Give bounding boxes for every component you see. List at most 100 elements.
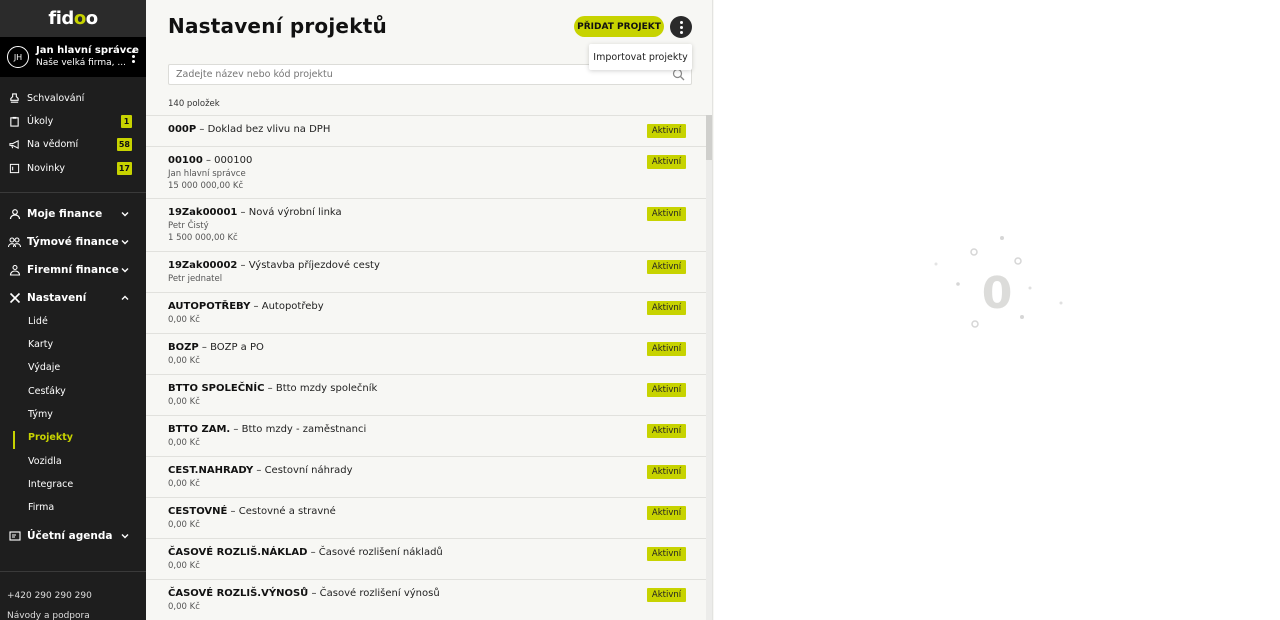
sidebar-subitem-firma[interactable]: Firma bbox=[28, 500, 54, 516]
sidebar-item-na-vedomi[interactable]: Na vědomí 58 bbox=[0, 133, 146, 155]
sidebar-section-ucetni-agenda[interactable]: Účetní agenda bbox=[0, 524, 146, 548]
project-amount: 0,00 Kč bbox=[168, 479, 200, 489]
status-badge: Aktivní bbox=[647, 383, 686, 397]
project-row[interactable]: CEST.NAHRADY – Cestovní náhrady 0,00 Kč … bbox=[146, 456, 706, 497]
status-badge: Aktivní bbox=[647, 301, 686, 315]
project-title: BTTO ZAM. – Btto mzdy - zaměstnanci bbox=[168, 424, 367, 435]
avatar: JH bbox=[7, 46, 29, 68]
chevron-up-icon bbox=[121, 295, 129, 300]
sidebar-subitem-vozidla[interactable]: Vozidla bbox=[28, 454, 62, 470]
company-icon bbox=[8, 264, 21, 277]
sidebar-subitem-projekty[interactable]: Projekty bbox=[28, 430, 73, 446]
sidebar-item-novinky[interactable]: Novinky 17 bbox=[0, 157, 146, 179]
sidebar-subitem-lide[interactable]: Lidé bbox=[28, 314, 48, 330]
sidebar-section-firemni-finance[interactable]: Firemní finance bbox=[0, 258, 146, 282]
status-badge: Aktivní bbox=[647, 424, 686, 438]
megaphone-icon bbox=[8, 138, 20, 150]
sidebar-item-ukoly[interactable]: Úkoly 1 bbox=[0, 110, 146, 132]
loading-spinner-icon: 0 bbox=[934, 236, 1063, 328]
sidebar-subitem-karty[interactable]: Karty bbox=[28, 337, 53, 353]
project-title: CESTOVNÉ – Cestovné a stravné bbox=[168, 506, 336, 517]
list-scrollbar[interactable] bbox=[706, 115, 712, 620]
project-title: 19Zak00001 – Nová výrobní linka bbox=[168, 207, 342, 218]
sidebar-item-label: Novinky bbox=[27, 162, 65, 174]
status-badge: Aktivní bbox=[647, 547, 686, 561]
sidebar-subitem-integrace[interactable]: Integrace bbox=[28, 477, 73, 493]
badge: 17 bbox=[116, 162, 132, 175]
project-owner: Petr Čistý bbox=[168, 221, 209, 231]
item-count: 140 položek bbox=[168, 99, 220, 109]
project-row[interactable]: BOZP – BOZP a PO 0,00 Kč Aktivní bbox=[146, 333, 706, 374]
divider bbox=[0, 571, 146, 572]
sidebar-subitem-vydaje[interactable]: Výdaje bbox=[28, 360, 60, 376]
chevron-down-icon bbox=[121, 240, 129, 245]
project-title: 00100 – 000100 bbox=[168, 155, 253, 166]
sidebar-section-tymove-finance[interactable]: Týmové finance bbox=[0, 230, 146, 254]
sidebar-section-label: Účetní agenda bbox=[27, 530, 113, 542]
project-owner: Petr jednatel bbox=[168, 274, 223, 284]
sidebar-subitem-tymy[interactable]: Týmy bbox=[28, 407, 53, 423]
divider bbox=[0, 192, 146, 193]
project-amount: 0,00 Kč bbox=[168, 561, 200, 571]
project-row[interactable]: 19Zak00002 – Výstavba příjezdové cesty P… bbox=[146, 251, 706, 292]
project-row[interactable]: ČASOVÉ ROZLIŠ.VÝNOSŮ – Časové rozlišení … bbox=[146, 579, 706, 620]
sidebar-section-label: Moje finance bbox=[27, 208, 103, 220]
project-owner: Jan hlavní správce bbox=[168, 169, 246, 179]
project-row[interactable]: 19Zak00001 – Nová výrobní linka Petr Čis… bbox=[146, 198, 706, 251]
status-badge: Aktivní bbox=[647, 465, 686, 479]
sidebar-subitem-cestaky[interactable]: Cesťáky bbox=[28, 384, 66, 400]
sidebar-section-moje-finance[interactable]: Moje finance bbox=[0, 202, 146, 226]
user-box[interactable]: JH Jan hlavní správce Naše velká firma, … bbox=[0, 37, 146, 77]
project-row[interactable]: CESTOVNÉ – Cestovné a stravné 0,00 Kč Ak… bbox=[146, 497, 706, 538]
project-row[interactable]: BTTO ZAM. – Btto mzdy - zaměstnanci 0,00… bbox=[146, 415, 706, 456]
loader-glyph: 0 bbox=[982, 268, 1013, 319]
project-title: BTTO SPOLEČNÍC – Btto mzdy společník bbox=[168, 383, 378, 394]
user-company: Naše velká firma, ... bbox=[36, 58, 126, 68]
ledger-icon bbox=[8, 530, 21, 543]
status-badge: Aktivní bbox=[647, 155, 686, 169]
support-phone[interactable]: +420 290 290 290 bbox=[7, 591, 92, 601]
chevron-down-icon bbox=[121, 212, 129, 217]
scrollbar-thumb[interactable] bbox=[706, 115, 712, 160]
project-amount: 0,00 Kč bbox=[168, 520, 200, 530]
news-icon bbox=[8, 162, 20, 174]
status-badge: Aktivní bbox=[647, 207, 686, 221]
project-row[interactable]: BTTO SPOLEČNÍC – Btto mzdy společník 0,0… bbox=[146, 374, 706, 415]
page-title: Nastavení projektů bbox=[168, 14, 387, 38]
status-badge: Aktivní bbox=[647, 342, 686, 356]
import-projects-menu-item[interactable]: Importovat projekty bbox=[589, 44, 692, 70]
status-badge: Aktivní bbox=[647, 124, 686, 138]
project-row[interactable]: AUTOPOTŘEBY – Autopotřeby 0,00 Kč Aktivn… bbox=[146, 292, 706, 333]
project-title: 19Zak00002 – Výstavba příjezdové cesty bbox=[168, 260, 380, 271]
chevron-down-icon bbox=[121, 534, 129, 539]
project-row[interactable]: 00100 – 000100 Jan hlavní správce 15 000… bbox=[146, 146, 706, 198]
badge: 58 bbox=[116, 138, 132, 151]
sidebar-section-nastaveni[interactable]: Nastavení bbox=[0, 286, 146, 310]
project-title: AUTOPOTŘEBY – Autopotřeby bbox=[168, 301, 324, 312]
sidebar-section-label: Firemní finance bbox=[27, 264, 119, 276]
sidebar: fidoo JH Jan hlavní správce Naše velká f… bbox=[0, 0, 146, 620]
sidebar-section-label: Týmové finance bbox=[27, 236, 119, 248]
fidoo-logo[interactable]: fidoo bbox=[48, 8, 98, 29]
clipboard-icon bbox=[8, 115, 20, 127]
sidebar-item-schvalovani[interactable]: Schvalování bbox=[0, 87, 146, 109]
detail-panel: 0 bbox=[714, 0, 1280, 620]
main-panel: Nastavení projektů PŘIDAT PROJEKT Import… bbox=[146, 0, 713, 620]
project-row[interactable]: ČASOVÉ ROZLIŠ.NÁKLAD – Časové rozlišení … bbox=[146, 538, 706, 579]
sidebar-section-label: Nastavení bbox=[27, 292, 87, 304]
project-title: CEST.NAHRADY – Cestovní náhrady bbox=[168, 465, 353, 476]
help-link[interactable]: Návody a podpora bbox=[7, 611, 90, 620]
project-amount: 15 000 000,00 Kč bbox=[168, 181, 244, 191]
project-row[interactable]: 000P – Doklad bez vlivu na DPH Aktivní bbox=[146, 115, 706, 146]
sidebar-item-label: Úkoly bbox=[27, 115, 54, 127]
user-menu-icon[interactable] bbox=[130, 50, 136, 63]
add-project-button[interactable]: PŘIDAT PROJEKT bbox=[574, 16, 664, 37]
project-amount: 0,00 Kč bbox=[168, 602, 200, 612]
logo-bar: fidoo bbox=[0, 0, 146, 37]
project-title: 000P – Doklad bez vlivu na DPH bbox=[168, 124, 331, 135]
project-title: ČASOVÉ ROZLIŠ.NÁKLAD – Časové rozlišení … bbox=[168, 547, 443, 558]
project-amount: 0,00 Kč bbox=[168, 315, 200, 325]
user-icon bbox=[8, 208, 21, 221]
project-list: 000P – Doklad bez vlivu na DPH Aktivní 0… bbox=[146, 115, 706, 620]
more-options-icon[interactable] bbox=[670, 16, 692, 38]
